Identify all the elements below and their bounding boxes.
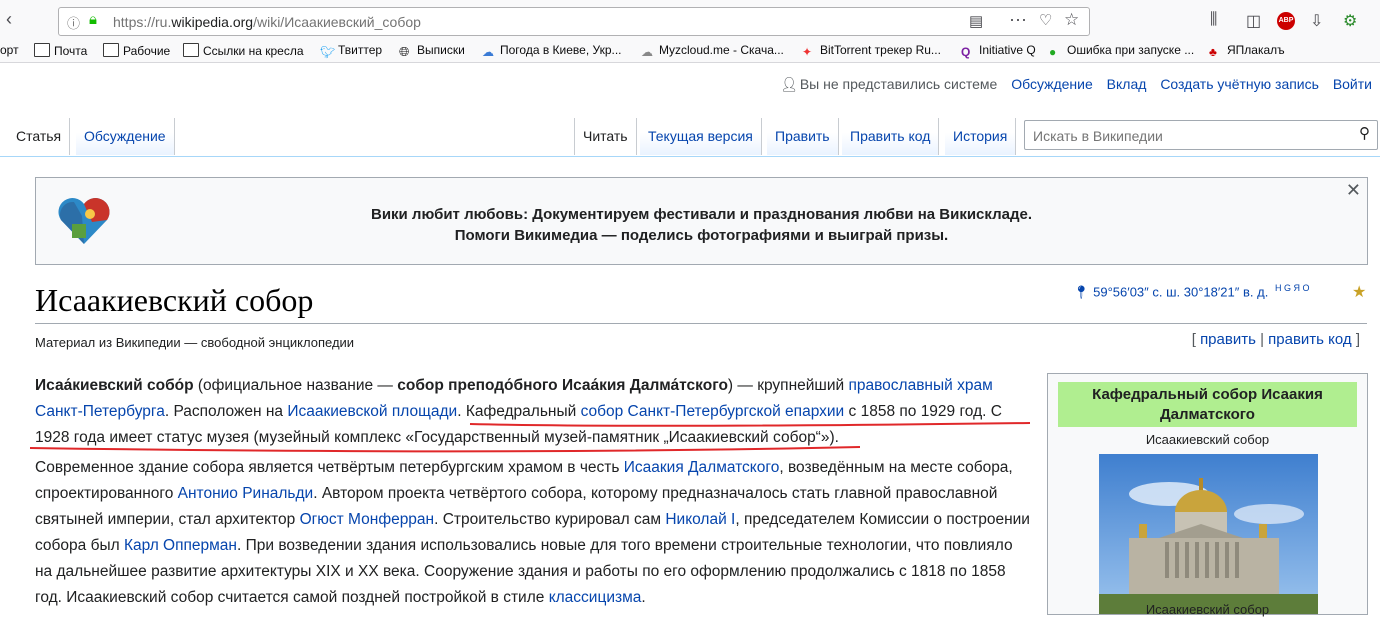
infobox: Кафедральный собор Исаакия Далматского И… bbox=[1047, 373, 1368, 617]
image-caption: Исаакиевский собор bbox=[1145, 602, 1270, 617]
cathedral-image[interactable] bbox=[1099, 454, 1318, 614]
infobox-title: Кафедральный собор Исаакия Далматского bbox=[1058, 382, 1357, 427]
infobox-caption: Исаакиевский собор bbox=[1145, 432, 1270, 447]
